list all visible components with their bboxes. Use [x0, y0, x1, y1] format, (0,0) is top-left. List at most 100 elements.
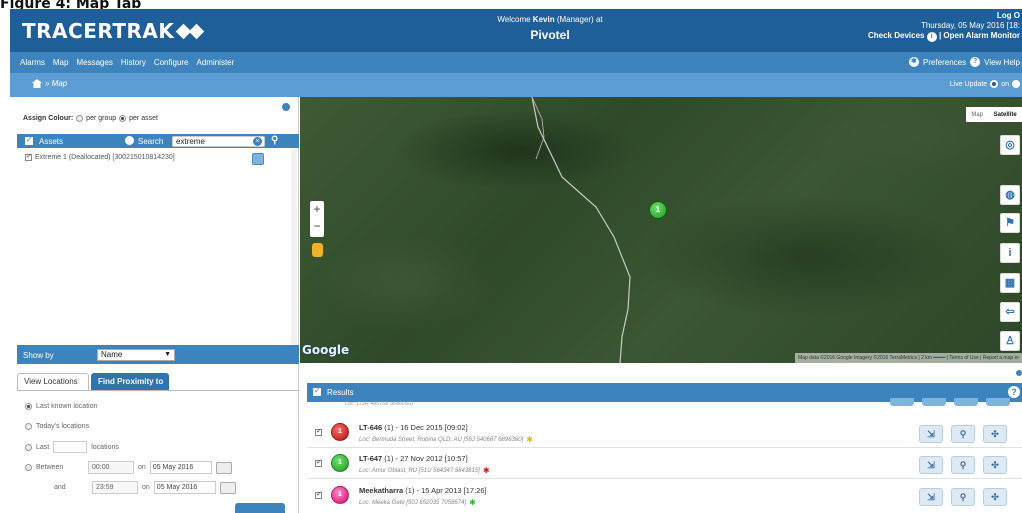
between-option[interactable]: Between 00:00 on 05 May 2016 — [25, 461, 232, 474]
result-checkbox[interactable] — [315, 458, 322, 467]
nav-history[interactable]: History — [121, 58, 146, 67]
check-devices-link[interactable]: Check Devices — [868, 31, 924, 40]
assign-colour-label: Assign Colour: — [23, 115, 74, 122]
route-icon[interactable]: ⇲ — [919, 425, 943, 443]
from-calendar-icon[interactable] — [215, 461, 232, 474]
asset-list-scrollbar[interactable] — [291, 149, 297, 345]
track-icon[interactable]: ✣ — [983, 488, 1007, 506]
results-select-all-checkbox[interactable] — [313, 386, 321, 396]
locate-icon[interactable]: ⚲ — [951, 456, 975, 474]
partial-action-4[interactable] — [986, 398, 1010, 406]
result-name[interactable]: LT-647 — [359, 454, 382, 463]
search-label: Search — [138, 137, 164, 146]
logout-link[interactable]: Log O — [997, 11, 1020, 20]
satellite-map[interactable]: Map Satellite + − 1 ◎ ◍ ⚑ i ▦ ⇦ ♙ Google … — [300, 97, 1022, 363]
to-date-input[interactable]: 05 May 2016 — [153, 481, 216, 494]
tracertrak-logo[interactable]: TRACERTRAK — [22, 19, 205, 43]
info-icon[interactable]: i — [926, 32, 937, 42]
nav-messages[interactable]: Messages — [76, 58, 112, 67]
street-view-pegman-icon[interactable] — [312, 243, 323, 257]
last-n-option[interactable]: Last locations — [25, 441, 119, 453]
result-checkbox[interactable] — [315, 427, 322, 436]
last-known-radio[interactable] — [25, 403, 32, 410]
per-asset-radio[interactable] — [119, 115, 127, 122]
result-row[interactable]: 1 LT-647 (1) - 27 Nov 2012 [10:57] Loc: … — [307, 449, 1022, 479]
result-row[interactable]: 1 LT-646 (1) - 16 Dec 2015 [09:02] Loc: … — [307, 418, 1022, 448]
from-time-input[interactable]: 00:00 — [88, 461, 134, 474]
tab-view-locations[interactable]: View Locations — [17, 373, 89, 390]
result-name[interactable]: Meekatharra — [359, 486, 403, 495]
asset-checkbox[interactable] — [25, 152, 32, 161]
result-row[interactable]: 1 Meekatharra (1) - 15 Apr 2013 [17:26] … — [307, 481, 1022, 511]
search-input[interactable] — [172, 136, 265, 147]
todays-option[interactable]: Today's locations — [25, 423, 89, 430]
partial-action-1[interactable] — [890, 398, 914, 406]
between-radio[interactable] — [25, 464, 32, 471]
nav-configure[interactable]: Configure — [154, 58, 189, 67]
map-layers-icon[interactable]: ◎ — [1000, 135, 1020, 155]
tab-find-proximity[interactable]: Find Proximity to — [91, 373, 169, 390]
last-n-radio[interactable] — [25, 443, 32, 451]
back-arrow-icon[interactable]: ⇦ — [1000, 302, 1020, 322]
live-update-on-radio[interactable] — [990, 80, 999, 88]
map-type-map[interactable]: Map — [971, 112, 983, 118]
zoom-in-icon[interactable]: + — [310, 201, 324, 218]
result-name[interactable]: LT-646 — [359, 423, 382, 432]
track-icon[interactable]: ✣ — [983, 425, 1007, 443]
map-type-satellite[interactable]: Satellite — [994, 112, 1017, 118]
show-by-value: Name — [101, 350, 123, 359]
clear-search-icon[interactable]: × — [253, 137, 262, 146]
locate-icon[interactable]: ⚲ — [951, 425, 975, 443]
expand-results-icon[interactable] — [1016, 370, 1022, 376]
todays-radio[interactable] — [25, 423, 32, 430]
gear-icon[interactable]: ✱ — [908, 57, 919, 67]
map-type-toggle[interactable]: Map Satellite — [966, 107, 1022, 122]
directions-icon[interactable]: ⚑ — [1000, 213, 1020, 233]
partial-action-2[interactable] — [922, 398, 946, 406]
nav-administer[interactable]: Administer — [197, 58, 235, 67]
select-all-checkbox[interactable] — [25, 135, 33, 145]
zoom-control[interactable]: + − — [310, 201, 324, 237]
building-icon[interactable]: ▦ — [1000, 273, 1020, 293]
and-label: and — [54, 484, 66, 491]
per-group-radio[interactable] — [76, 115, 84, 122]
nav-map[interactable]: Map — [53, 58, 69, 67]
map-attribution[interactable]: Map data ©2016 Google Imagery ©2016 Terr… — [795, 353, 1022, 363]
result-checkbox[interactable] — [315, 490, 322, 499]
route-icon[interactable]: ⇲ — [919, 456, 943, 474]
search-options-icon[interactable] — [125, 136, 134, 145]
show-by-select[interactable]: Name ▼ — [97, 349, 175, 361]
results-help-icon[interactable]: ? — [1008, 386, 1020, 398]
locate-asset-icon[interactable] — [252, 153, 264, 165]
to-calendar-icon[interactable] — [219, 481, 236, 494]
info-layer-icon[interactable]: i — [1000, 243, 1020, 263]
view-help-link[interactable]: View Help — [984, 58, 1020, 67]
live-update-off-radio[interactable] — [1012, 80, 1020, 88]
preferences-link[interactable]: Preferences — [923, 58, 966, 67]
apply-button[interactable] — [235, 503, 285, 513]
asset-item[interactable]: Extreme 1 (Deallocated) [300215010814230… — [25, 152, 175, 161]
track-icon[interactable]: ✣ — [983, 456, 1007, 474]
search-icon[interactable]: ⚲ — [271, 135, 278, 146]
panel-settings-icon[interactable] — [282, 103, 290, 111]
last-known-option[interactable]: Last known location — [25, 403, 97, 410]
road-line — [531, 97, 631, 363]
assets-label: Assets — [39, 137, 64, 146]
to-time-input[interactable]: 23:59 — [92, 481, 138, 494]
help-icon[interactable]: ? — [970, 57, 981, 67]
logo-mark-icon — [176, 23, 205, 39]
open-alarm-monitor-link[interactable]: | Open Alarm Monitor — [939, 31, 1020, 40]
from-date-input[interactable]: 05 May 2016 — [149, 461, 212, 474]
last-count-input[interactable] — [53, 441, 88, 453]
route-icon[interactable]: ⇲ — [919, 488, 943, 506]
zoom-out-icon[interactable]: − — [310, 218, 324, 235]
chevron-down-icon: ▼ — [164, 351, 171, 358]
asset-marker[interactable]: 1 — [649, 201, 667, 219]
from-on-label: on — [138, 464, 146, 471]
nav-alarms[interactable]: Alarms — [20, 58, 45, 67]
locate-icon[interactable]: ⚲ — [951, 488, 975, 506]
partial-action-3[interactable] — [954, 398, 978, 406]
globe-icon[interactable]: ◍ — [1000, 185, 1020, 205]
person-icon[interactable]: ♙ — [1000, 331, 1020, 351]
home-icon[interactable] — [32, 79, 42, 88]
